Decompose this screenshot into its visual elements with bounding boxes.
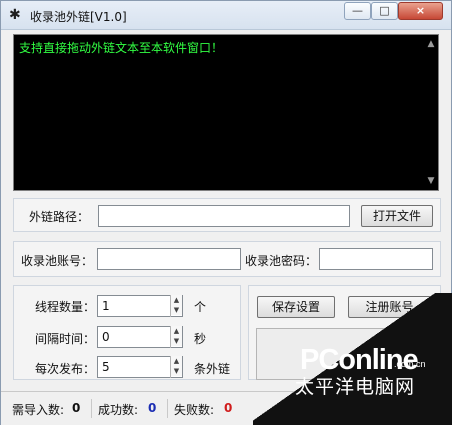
account-label: 收录池账号： xyxy=(21,254,94,268)
interval-unit: 秒 xyxy=(194,332,207,346)
publish-unit: 条外链 xyxy=(194,362,231,376)
interval-label: 间隔时间： xyxy=(35,332,96,346)
link-path-input[interactable] xyxy=(98,205,350,227)
threads-unit: 个 xyxy=(194,300,207,314)
failed-label: 失败数: xyxy=(174,403,215,417)
maximize-button[interactable]: □ xyxy=(371,2,398,20)
interval-down-icon[interactable]: ▼ xyxy=(171,336,182,346)
threads-stepper[interactable]: ▲ ▼ xyxy=(170,295,182,317)
threads-label: 线程数量： xyxy=(35,300,96,314)
status-divider xyxy=(91,399,92,418)
close-button[interactable]: × xyxy=(398,2,443,20)
account-input[interactable] xyxy=(97,248,241,270)
console-message: 支持直接拖动外链文本至本软件窗口！ xyxy=(19,41,224,55)
status-divider xyxy=(167,399,168,418)
link-path-label: 外链路径： xyxy=(29,210,90,224)
to-import-label: 需导入数: xyxy=(12,403,65,417)
scroll-down-icon[interactable]: ▼ xyxy=(426,175,436,187)
success-label: 成功数: xyxy=(98,403,139,417)
publish-stepper[interactable]: ▲ ▼ xyxy=(170,356,182,378)
password-input[interactable] xyxy=(319,248,433,270)
spider-icon: ✱ xyxy=(9,7,21,23)
window-title: 收录池外链[V1.0] xyxy=(30,10,127,24)
password-label: 收录池密码： xyxy=(245,254,318,268)
to-import-value: 0 xyxy=(72,401,81,415)
title-bar[interactable]: ✱ 收录池外链[V1.0] — □ × xyxy=(1,1,451,30)
save-settings-button[interactable]: 保存设置 xyxy=(257,296,335,318)
publish-label: 每次发布： xyxy=(35,362,96,376)
interval-stepper[interactable]: ▲ ▼ xyxy=(170,326,182,348)
threads-down-icon[interactable]: ▼ xyxy=(171,305,182,315)
open-file-button[interactable]: 打开文件 xyxy=(361,205,433,227)
publish-down-icon[interactable]: ▼ xyxy=(171,366,182,376)
watermark-chinese-name: 太平洋电脑网 xyxy=(295,376,416,398)
watermark-domain: .com.cn xyxy=(394,359,426,369)
scroll-up-icon[interactable]: ▲ xyxy=(426,38,436,50)
minimize-button[interactable]: — xyxy=(344,2,371,20)
register-account-button[interactable]: 注册账号 xyxy=(348,296,431,318)
output-console[interactable]: 支持直接拖动外链文本至本软件窗口！ ▲ ▼ xyxy=(13,34,439,191)
failed-value: 0 xyxy=(224,401,233,415)
success-value: 0 xyxy=(148,401,157,415)
